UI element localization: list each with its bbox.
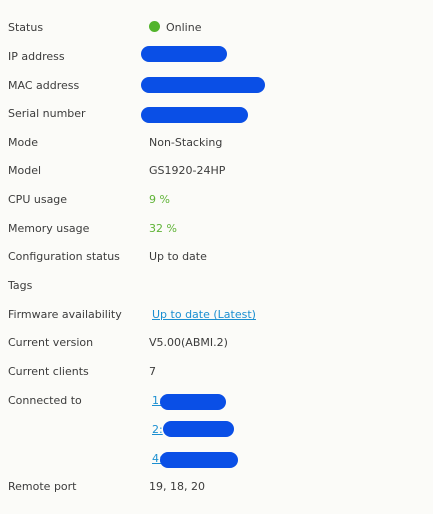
connected-device-1-redaction [160,394,226,410]
row-mac-address: MAC address [0,77,433,106]
row-tags: Tags [0,278,433,306]
ip-address-redaction [141,46,227,62]
row-serial-number: Serial number [0,106,433,134]
configuration-status-value: Up to date [149,250,207,263]
row-remote-port: Remote port 19, 18, 20 [0,479,433,507]
firmware-availability-label: Firmware availability [8,308,122,321]
model-value: GS1920-24HP [149,164,226,177]
row-current-version: Current version V5.00(ABMI.2) [0,335,433,363]
ip-address-label: IP address [8,50,65,63]
row-cpu-usage: CPU usage 9 % [0,192,433,220]
row-status: Status Online [0,20,433,48]
row-current-clients: Current clients 7 [0,364,433,392]
row-memory-usage: Memory usage 32 % [0,221,433,249]
status-label: Status [8,21,44,34]
serial-number-redaction [141,107,248,123]
remote-port-value: 19, 18, 20 [149,480,205,493]
mac-address-redaction [141,77,265,93]
connected-device-2-redaction [163,421,234,437]
status-value: Online [166,21,202,34]
cpu-usage-value: 9 % [149,193,170,206]
mode-label: Mode [8,136,38,149]
status-online-dot-icon [149,21,160,32]
serial-number-label: Serial number [8,107,86,120]
cpu-usage-label: CPU usage [8,193,68,206]
current-clients-value: 7 [149,365,156,378]
row-mode: Mode Non-Stacking [0,135,433,163]
connected-device-link-2[interactable]: 2: [0,421,433,440]
connected-device-link-2-text[interactable]: 2: [152,422,163,438]
configuration-status-label: Configuration status [8,250,120,263]
connected-device-link-3[interactable]: 4: [0,451,433,469]
row-configuration-status: Configuration status Up to date [0,249,433,277]
connected-device-3-redaction [160,452,238,468]
model-label: Model [8,164,42,177]
row-ip-address: IP address [0,46,433,77]
connected-device-link-1[interactable]: 1: [0,393,433,411]
tags-label: Tags [8,279,33,292]
memory-usage-value: 32 % [149,222,177,235]
row-firmware-availability: Firmware availability Up to date (Latest… [0,307,433,335]
current-version-value: V5.00(ABMI.2) [149,336,228,349]
mac-address-label: MAC address [8,79,80,92]
status-value-wrap: Online [149,20,201,36]
memory-usage-label: Memory usage [8,222,90,235]
current-version-label: Current version [8,336,94,349]
firmware-availability-link[interactable]: Up to date (Latest) [152,307,256,323]
remote-port-label: Remote port [8,480,77,493]
mode-value: Non-Stacking [149,136,223,149]
row-model: Model GS1920-24HP [0,163,433,191]
current-clients-label: Current clients [8,365,89,378]
